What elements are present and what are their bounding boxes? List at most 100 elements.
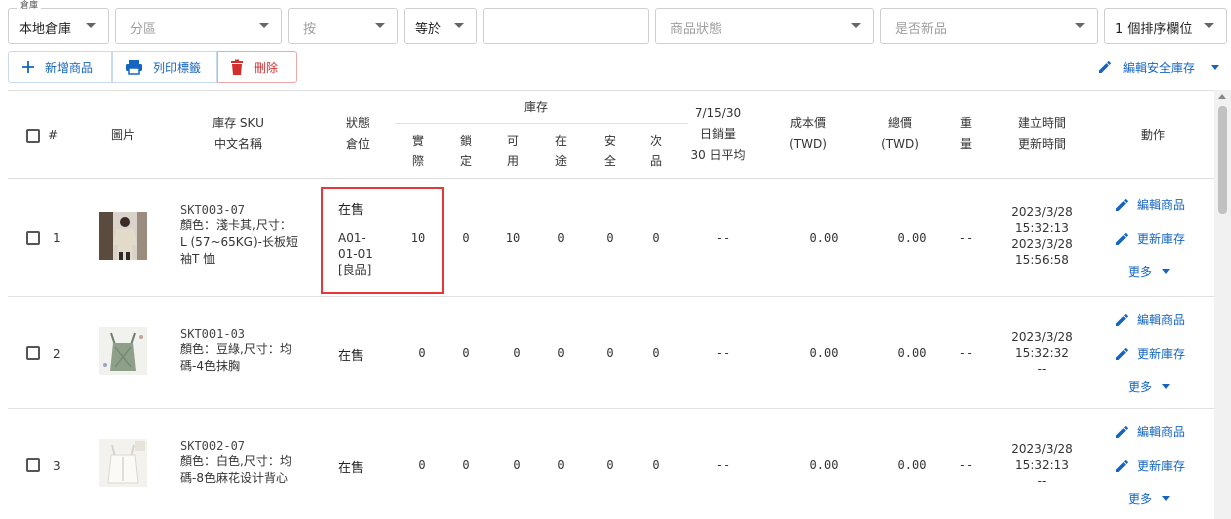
chevron-down-icon (851, 23, 861, 28)
field-select[interactable]: 按 (288, 8, 398, 44)
total-value: 0.00 (897, 231, 927, 245)
row-checkbox[interactable] (26, 346, 40, 360)
stock-transit-header-1: 在 (554, 134, 567, 148)
warehouse-value: 本地倉庫 (19, 22, 72, 37)
row-checkbox[interactable] (26, 231, 40, 245)
index-header: # (48, 128, 59, 142)
add-product-button[interactable]: 新增商品 (8, 51, 112, 83)
cost-value: 0.00 (809, 346, 839, 360)
stock-actual: 10 (410, 231, 426, 245)
sku-code: SKT003-07 (180, 203, 246, 217)
stock-safety-header-1: 安 (603, 134, 616, 148)
stock-locked: 0 (462, 346, 470, 360)
weight-header-1: 重 (959, 116, 972, 130)
select-all-checkbox[interactable] (26, 129, 40, 143)
updated-time: 15:56:58 (1015, 253, 1069, 267)
stock-defective: 0 (652, 231, 660, 245)
update-stock-label: 更新庫存 (1137, 459, 1186, 473)
more-label: 更多 (1128, 265, 1153, 279)
total-header-1: 總價 (887, 116, 912, 130)
is-new-select[interactable]: 是否新品 (880, 8, 1098, 44)
pencil-icon (1116, 232, 1128, 245)
sales-value: -- (715, 458, 731, 472)
sales-value: -- (715, 346, 731, 360)
pencil-icon (1116, 347, 1128, 360)
stock-actual-header-1: 實 (411, 134, 424, 148)
updated-time: -- (1037, 474, 1047, 488)
edit-product-button[interactable]: 編輯商品 (1114, 423, 1185, 440)
filter-bar: 倉庫 本地倉庫 分區 按 等於 商品狀態 是否新品 1 個排序欄位 (0, 0, 1231, 48)
sales-value: -- (715, 231, 731, 245)
pencil-icon (1116, 198, 1128, 211)
sku-header: 庫存 SKU (212, 116, 264, 130)
vertical-scrollbar[interactable] (1214, 90, 1231, 519)
created-date: 2023/3/28 (1011, 205, 1073, 219)
add-product-label: 新增商品 (45, 60, 94, 75)
total-value: 0.00 (897, 458, 927, 472)
weight-value: -- (958, 458, 974, 472)
product-status-select[interactable]: 商品狀態 (655, 8, 874, 44)
table-row: 3 SKT002-07 顏色：白色,尺寸：均碼-8色麻花设计背心 在售 0 0 … (8, 409, 1214, 519)
pencil-icon (1098, 61, 1111, 73)
product-thumbnail[interactable] (99, 327, 147, 375)
weight-header-2: 量 (959, 137, 972, 151)
sort-select[interactable]: 1 個排序欄位 (1104, 8, 1227, 44)
warehouse-select[interactable]: 倉庫 本地倉庫 (8, 0, 109, 44)
product-photo (99, 212, 147, 260)
status-text: 在售 (338, 349, 365, 364)
stock-available-header-1: 可 (506, 134, 519, 148)
stock-actual-header-2: 際 (411, 154, 424, 168)
chevron-down-icon (86, 23, 96, 28)
product-thumbnail[interactable] (99, 439, 147, 487)
sku-cell: SKT002-07 顏色：白色,尺寸：均碼-8色麻花设计背心 (180, 439, 298, 487)
product-thumbnail[interactable] (99, 212, 147, 260)
stock-locked-header-2: 定 (459, 154, 472, 168)
created-date: 2023/3/28 (1011, 442, 1073, 456)
stock-group-divider (395, 123, 688, 124)
zone-select[interactable]: 分區 (115, 8, 282, 44)
image-header: 圖片 (110, 128, 135, 142)
edit-product-button[interactable]: 編輯商品 (1114, 196, 1185, 213)
total-header-2: (TWD) (881, 137, 919, 151)
edit-safety-stock-button[interactable]: 編輯安全庫存 (1097, 50, 1219, 84)
chevron-down-icon (259, 23, 269, 28)
weight-value: -- (958, 346, 974, 360)
more-label: 更多 (1128, 492, 1153, 506)
sku-code: SKT002-07 (180, 439, 246, 453)
product-photo (99, 439, 147, 487)
print-label-button[interactable]: 列印標籤 (112, 51, 217, 83)
update-stock-button[interactable]: 更新庫存 (1114, 345, 1185, 362)
chevron-down-icon[interactable] (1211, 64, 1219, 70)
more-menu-button[interactable]: 更多 (1128, 378, 1171, 395)
scrollbar-thumb[interactable] (1218, 106, 1227, 214)
more-menu-button[interactable]: 更多 (1128, 490, 1171, 507)
stock-actual: 0 (418, 458, 426, 472)
more-menu-button[interactable]: 更多 (1128, 263, 1171, 280)
name-header: 中文名稱 (213, 137, 262, 151)
edit-product-label: 編輯商品 (1137, 425, 1186, 439)
cost-value: 0.00 (809, 458, 839, 472)
toolbar: 新增商品 列印標籤 刪除 (0, 50, 1231, 86)
created-time: 15:32:13 (1015, 221, 1069, 235)
pencil-icon (1116, 459, 1128, 472)
scroll-up-arrow-icon[interactable] (1218, 94, 1226, 99)
edit-product-label: 編輯商品 (1137, 198, 1186, 212)
table-row: 2 SKT001-03 顏色：豆綠,尺寸：均碼-4色抹胸 在售 0 0 0 0 … (8, 297, 1214, 409)
operator-select[interactable]: 等於 (404, 8, 477, 44)
row-index: 2 (53, 347, 61, 361)
update-stock-label: 更新庫存 (1137, 347, 1186, 361)
update-stock-button[interactable]: 更新庫存 (1114, 230, 1185, 247)
product-photo (99, 327, 147, 375)
time-cell: 2023/3/28 15:32:32 -- (1002, 329, 1082, 377)
edit-product-button[interactable]: 編輯商品 (1114, 311, 1185, 328)
product-status-placeholder: 商品狀態 (670, 22, 723, 37)
stock-transit: 0 (557, 231, 565, 245)
update-stock-button[interactable]: 更新庫存 (1114, 457, 1185, 474)
stock-group-header: 庫存 (523, 100, 548, 114)
status-text: 在售 (338, 461, 365, 476)
chevron-down-icon (454, 23, 464, 28)
more-label: 更多 (1128, 380, 1153, 394)
keyword-input[interactable] (483, 8, 649, 44)
row-checkbox[interactable] (26, 458, 40, 472)
delete-button[interactable]: 刪除 (217, 51, 297, 83)
